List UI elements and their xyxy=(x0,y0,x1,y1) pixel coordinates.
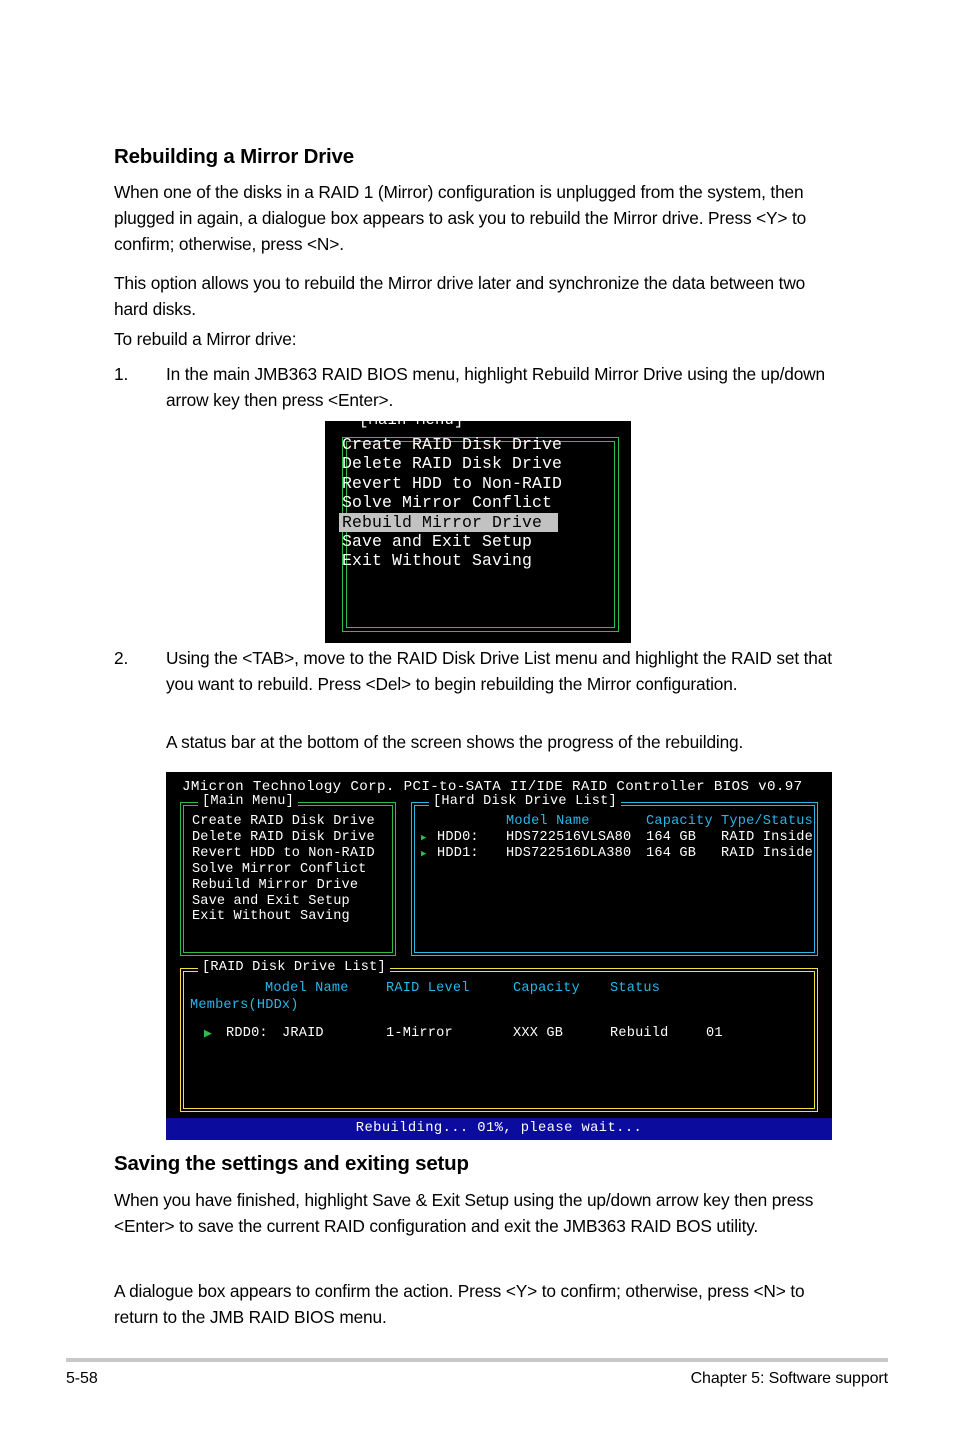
menu-item-exit-without-saving[interactable]: Exit Without Saving xyxy=(339,551,625,570)
footer-chapter-label: Chapter 5: Software support xyxy=(690,1370,889,1387)
main-menu-panel-body: Create RAID Disk Drive Delete RAID Disk … xyxy=(192,814,390,952)
paragraph-rebuild-option: This option allows you to rebuild the Mi… xyxy=(114,273,806,319)
hdd-row-0-type-status: RAID Inside xyxy=(721,830,813,845)
hdd-list-header-row: Model Name Capacity Type/Status xyxy=(421,814,813,830)
caret-right-icon: ▶ xyxy=(421,833,427,843)
document-page: Rebuilding a Mirror Drive When one of th… xyxy=(0,0,954,1438)
hdd-col-capacity: Capacity xyxy=(646,814,713,829)
raid-list-header-row: Model Name RAID Level Capacity Status xyxy=(190,980,812,997)
page-title-rebuilding-mirror-drive: Rebuilding a Mirror Drive xyxy=(114,145,354,168)
bios-main-menu-screenshot: [Main Menu] Create RAID Disk Drive Delet… xyxy=(325,421,631,643)
raid-row-0-members: 01 xyxy=(706,1026,723,1041)
raid-col-model-name: Model Name xyxy=(265,981,349,996)
paragraph-rebuild-intro: When one of the disks in a RAID 1 (Mirro… xyxy=(114,182,807,254)
status-bar-rebuilding-progress: Rebuilding... 01%, please wait... xyxy=(166,1118,832,1140)
hdd-row-1-id: HDD1: xyxy=(437,846,479,861)
bios-utility-screenshot: JMicron Technology Corp. PCI-to-SATA II/… xyxy=(166,772,832,1140)
step-1-number: 1. xyxy=(114,364,129,384)
menu-item-save-and-exit-setup[interactable]: Save and Exit Setup xyxy=(339,532,625,551)
paragraph-to-rebuild-lead-in: To rebuild a Mirror drive: xyxy=(114,329,297,349)
mm-item-delete-raid-disk-drive[interactable]: Delete RAID Disk Drive xyxy=(192,830,390,846)
table-row[interactable]: ▶ RDD0: JRAID 1-Mirror XXX GB Rebuild 01 xyxy=(190,1025,812,1043)
main-menu-panel-title: [Main Menu] xyxy=(198,793,298,810)
raid-members-header-row: Members(HDDx) xyxy=(190,997,812,1016)
panel-raid-disk-drive-list: [RAID Disk Drive List] Model Name RAID L… xyxy=(180,959,818,1112)
hdd-row-0-capacity: 164 GB xyxy=(646,830,697,845)
step-1-text: In the main JMB363 RAID BIOS menu, highl… xyxy=(166,364,825,410)
table-row[interactable]: ▶ HDD0: HDS722516VLSA80 164 GB RAID Insi… xyxy=(421,830,813,846)
caret-right-icon: ▶ xyxy=(204,1026,213,1041)
hdd-col-model-name: Model Name xyxy=(506,814,590,829)
mm-item-rebuild-mirror-drive[interactable]: Rebuild Mirror Drive xyxy=(192,878,390,894)
mm-item-revert-hdd-to-non-raid[interactable]: Revert HDD to Non-RAID xyxy=(192,846,390,862)
mm-item-solve-mirror-conflict[interactable]: Solve Mirror Conflict xyxy=(192,862,390,878)
menu-item-delete-raid-disk-drive[interactable]: Delete RAID Disk Drive xyxy=(339,454,625,473)
menu-item-solve-mirror-conflict[interactable]: Solve Mirror Conflict xyxy=(339,493,625,512)
step-2-text: Using the <TAB>, move to the RAID Disk D… xyxy=(166,648,832,694)
main-menu-frame-title: [Main Menu] xyxy=(355,421,468,429)
menu-item-revert-hdd-to-non-raid[interactable]: Revert HDD to Non-RAID xyxy=(339,474,625,493)
hdd-list-panel-title: [Hard Disk Drive List] xyxy=(429,793,621,810)
hdd-row-1-capacity: 164 GB xyxy=(646,846,697,861)
raid-col-raid-level: RAID Level xyxy=(386,981,470,996)
hdd-row-1-model: HDS722516DLA380 xyxy=(506,846,632,861)
hdd-row-0-id: HDD0: xyxy=(437,830,479,845)
raid-row-0-status: Rebuild xyxy=(610,1026,669,1041)
hdd-col-type-status: Type/Status xyxy=(721,814,813,829)
footer-divider xyxy=(66,1358,888,1362)
raid-row-0-capacity: XXX GB xyxy=(513,1026,564,1041)
raid-list-panel-body: Model Name RAID Level Capacity Status Me… xyxy=(190,980,812,1108)
table-row[interactable]: ▶ HDD1: HDS722516DLA380 164 GB RAID Insi… xyxy=(421,846,813,862)
raid-list-panel-title: [RAID Disk Drive List] xyxy=(198,959,390,976)
paragraph-saving-settings: When you have finished, highlight Save &… xyxy=(114,1190,814,1236)
step-2: 2. Using the <TAB>, move to the RAID Dis… xyxy=(114,646,842,698)
raid-col-status: Status xyxy=(610,981,661,996)
hdd-row-0-model: HDS722516VLSA80 xyxy=(506,830,632,845)
hdd-row-1-type-status: RAID Inside xyxy=(721,846,813,861)
raid-col-capacity: Capacity xyxy=(513,981,580,996)
step-2-note: A status bar at the bottom of the screen… xyxy=(166,732,744,752)
menu-item-create-raid-disk-drive[interactable]: Create RAID Disk Drive xyxy=(339,435,625,454)
menu-item-rebuild-mirror-drive-selected[interactable]: Rebuild Mirror Drive xyxy=(339,512,559,533)
panel-main-menu: [Main Menu] Create RAID Disk Drive Delet… xyxy=(180,793,396,956)
caret-right-icon: ▶ xyxy=(421,849,427,859)
main-menu-list: Create RAID Disk Drive Delete RAID Disk … xyxy=(339,435,625,571)
hdd-list-panel-body: Model Name Capacity Type/Status ▶ HDD0: … xyxy=(421,814,813,952)
mm-item-save-and-exit-setup[interactable]: Save and Exit Setup xyxy=(192,894,390,910)
raid-row-0-raid-level: 1-Mirror xyxy=(386,1026,453,1041)
page-title-saving-settings: Saving the settings and exiting setup xyxy=(114,1152,469,1175)
mm-item-exit-without-saving[interactable]: Exit Without Saving xyxy=(192,909,390,925)
step-1: 1. In the main JMB363 RAID BIOS menu, hi… xyxy=(114,362,842,414)
raid-row-0-model: JRAID xyxy=(282,1026,324,1041)
panel-hard-disk-drive-list: [Hard Disk Drive List] Model Name Capaci… xyxy=(411,793,818,956)
raid-row-0-id: RDD0: xyxy=(226,1026,268,1041)
mm-item-create-raid-disk-drive[interactable]: Create RAID Disk Drive xyxy=(192,814,390,830)
paragraph-dialogue-box-confirm: A dialogue box appears to confirm the ac… xyxy=(114,1281,805,1327)
footer-page-number: 5-58 xyxy=(66,1370,98,1387)
raid-col-members-hddx: Members(HDDx) xyxy=(190,998,299,1013)
step-2-number: 2. xyxy=(114,648,129,668)
